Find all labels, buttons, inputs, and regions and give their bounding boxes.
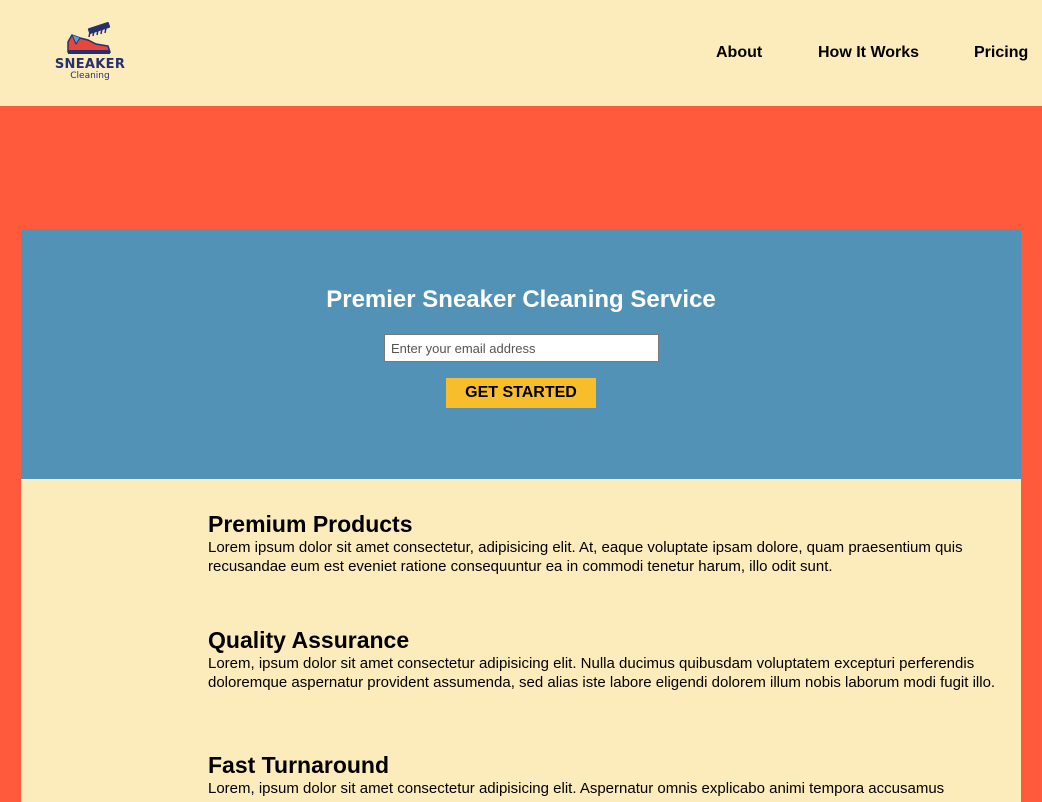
get-started-button[interactable]: GET STARTED: [446, 378, 596, 408]
feature-item-premium-products: Premium Products Lorem ipsum dolor sit a…: [208, 510, 1018, 576]
hero-section: Premier Sneaker Cleaning Service GET STA…: [21, 229, 1021, 479]
logo[interactable]: SNEAKER Cleaning: [54, 22, 126, 84]
features-section: Premium Products Lorem ipsum dolor sit a…: [21, 479, 1021, 802]
feature-title: Premium Products: [208, 511, 413, 537]
hero-title: Premier Sneaker Cleaning Service: [326, 286, 716, 313]
email-input[interactable]: [384, 334, 659, 362]
nav-link-about[interactable]: About: [716, 43, 762, 63]
feature-title: Quality Assurance: [208, 627, 410, 653]
feature-item-fast-turnaround: Fast Turnaround Lorem, ipsum dolor sit a…: [208, 751, 1018, 798]
feature-item-quality-assurance: Quality Assurance Lorem, ipsum dolor sit…: [208, 626, 1018, 692]
nav-link-pricing[interactable]: Pricing: [974, 43, 1028, 63]
feature-text: Lorem, ipsum dolor sit amet consectetur …: [208, 780, 945, 797]
feature-text: Lorem ipsum dolor sit amet consectetur, …: [208, 539, 963, 575]
feature-text: Lorem, ipsum dolor sit amet consectetur …: [208, 655, 996, 691]
logo-title: SNEAKER: [54, 57, 126, 72]
feature-title: Fast Turnaround: [208, 752, 390, 778]
logo-subtitle: Cleaning: [70, 71, 110, 81]
nav-link-how-it-works[interactable]: How It Works: [818, 43, 919, 63]
sneaker-brush-icon: [67, 22, 112, 54]
site-header: SNEAKER Cleaning About How It Works Pric…: [0, 0, 1042, 106]
